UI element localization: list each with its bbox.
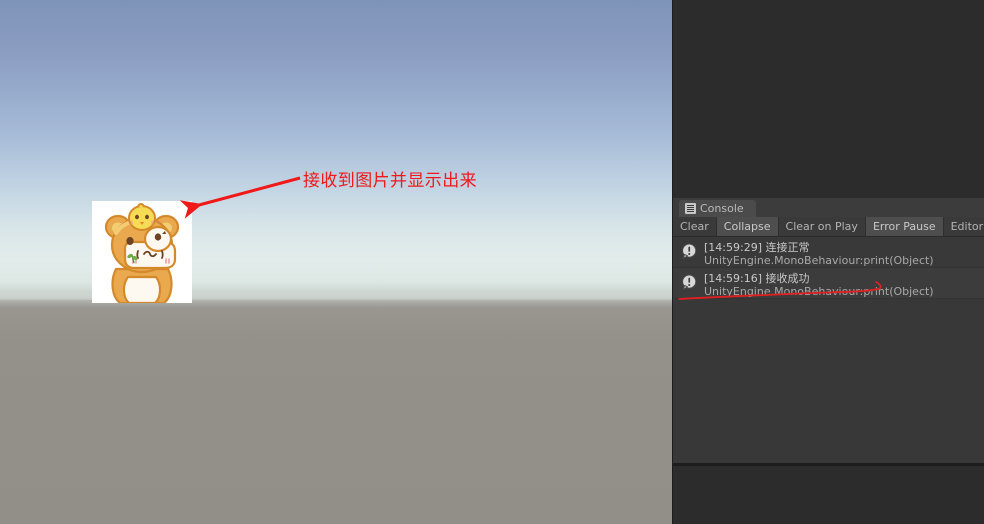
rilakkuma-bear-icon <box>92 201 192 303</box>
tab-console-label: Console <box>700 202 744 215</box>
received-image-display[interactable] <box>92 201 192 303</box>
console-list-icon <box>685 203 696 214</box>
panel-bottom-empty-area <box>672 465 984 524</box>
unity-game-view[interactable]: 接收到图片并显示出来 <box>0 0 672 524</box>
console-tab-strip: Console <box>673 198 984 218</box>
log-entry[interactable]: [14:59:29] 连接正常 UnityEngine.MonoBehaviou… <box>673 237 984 268</box>
log-text: [14:59:16] 接收成功 UnityEngine.MonoBehaviou… <box>704 272 934 298</box>
console-log-list[interactable]: [14:59:29] 连接正常 UnityEngine.MonoBehaviou… <box>673 237 984 464</box>
info-log-icon <box>682 274 697 290</box>
panel-top-empty-area <box>672 0 984 198</box>
log-message: [14:59:29] 连接正常 <box>704 241 810 254</box>
annotation-label: 接收到图片并显示出来 <box>303 171 477 191</box>
collapse-button-label: Collapse <box>723 220 771 233</box>
clear-on-play-button[interactable]: Clear on Play <box>778 217 866 236</box>
log-stacktrace: UnityEngine.MonoBehaviour:print(Object) <box>704 254 934 267</box>
log-text: [14:59:29] 连接正常 UnityEngine.MonoBehaviou… <box>704 241 934 267</box>
error-pause-button[interactable]: Error Pause <box>865 217 944 236</box>
info-log-icon <box>682 243 697 259</box>
screen-root: 接收到图片并显示出来 Console Clear Collapse Clear … <box>0 0 984 524</box>
clear-button[interactable]: Clear <box>673 217 717 236</box>
console-window: Console Clear Collapse Clear on Play Err… <box>672 198 984 464</box>
clear-on-play-button-label: Clear on Play <box>785 220 858 233</box>
log-stacktrace: UnityEngine.MonoBehaviour:print(Object) <box>704 285 934 298</box>
unity-editor-panel: Console Clear Collapse Clear on Play Err… <box>672 0 984 524</box>
clear-button-label: Clear <box>680 220 709 233</box>
error-pause-button-label: Error Pause <box>872 220 936 233</box>
tab-console[interactable]: Console <box>679 200 756 217</box>
collapse-button[interactable]: Collapse <box>716 217 779 236</box>
editor-dropdown-label: Editor <box>950 220 984 233</box>
ground-plane <box>0 300 672 524</box>
log-entry[interactable]: [14:59:16] 接收成功 UnityEngine.MonoBehaviou… <box>673 268 984 299</box>
console-toolbar: Clear Collapse Clear on Play Error Pause… <box>673 217 984 237</box>
editor-dropdown[interactable]: Editor <box>943 217 984 236</box>
log-message: [14:59:16] 接收成功 <box>704 272 810 285</box>
